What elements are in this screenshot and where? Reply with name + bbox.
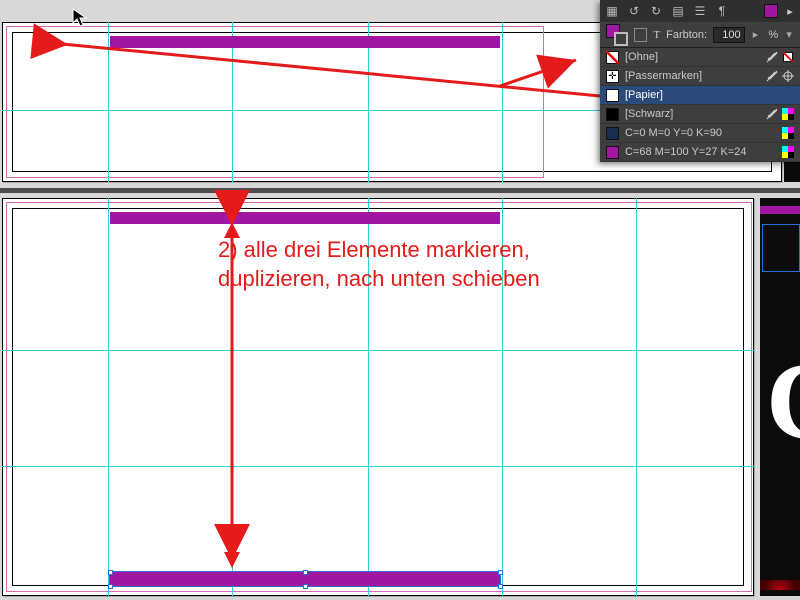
fill-stroke-proxy[interactable] (606, 24, 628, 46)
swatch-row[interactable]: ✛ [Passermarken] (600, 67, 800, 86)
swatch-name: [Papier] (625, 89, 788, 101)
cmyk-icon (782, 146, 794, 158)
registration-icon (782, 70, 794, 82)
page-1-margins (6, 26, 544, 178)
swatch-name: C=68 M=100 Y=27 K=24 (625, 146, 776, 158)
selection-handle[interactable] (498, 584, 503, 589)
formatting-container-button[interactable] (634, 28, 648, 42)
current-fill-chip[interactable] (764, 4, 778, 18)
swatch-chip (606, 108, 619, 121)
swatches-panel[interactable]: ▦ ↺ ↻ ▤ ☰ ¶ ▸ T Farbton: 100 ▸ % ▾ [Ohne… (600, 0, 800, 162)
none-icon (782, 51, 794, 63)
no-edit-icon (766, 51, 778, 63)
swatch-row-icons (766, 108, 794, 120)
swatch-chip (606, 127, 619, 140)
workspace: C 1) 2) alle drei Elemente markieren, du… (0, 0, 800, 600)
guide[interactable] (2, 350, 754, 351)
no-edit-icon (766, 108, 778, 120)
swatch-name: [Ohne] (625, 51, 760, 63)
tint-stepper-icon[interactable]: ▸ (751, 28, 761, 41)
panel-flyout-icon[interactable]: ▸ (784, 5, 796, 18)
selection-handle[interactable] (498, 570, 503, 575)
selection-handle[interactable] (108, 570, 113, 575)
swatch-name: C=0 M=0 Y=0 K=90 (625, 127, 776, 139)
no-edit-icon (766, 70, 778, 82)
spread-divider (0, 188, 800, 193)
swatch-row[interactable]: [Ohne] (600, 48, 800, 67)
guide[interactable] (108, 22, 109, 182)
swatch-row[interactable]: [Schwarz] (600, 105, 800, 124)
preview-shape (760, 580, 800, 590)
stroke-chip[interactable] (614, 32, 628, 46)
swatch-row[interactable]: C=0 M=0 Y=0 K=90 (600, 124, 800, 143)
guide[interactable] (2, 466, 754, 467)
preview-glyph: C (766, 338, 800, 465)
cursor-icon (72, 8, 88, 33)
swatch-name: [Schwarz] (625, 108, 760, 120)
align-icon[interactable]: ▤ (670, 3, 686, 19)
selection-handle[interactable] (108, 584, 113, 589)
swatch-chip: ✛ (606, 70, 619, 83)
panel-tab-icon[interactable]: ▦ (604, 3, 620, 19)
swatch-name: [Passermarken] (625, 70, 760, 82)
tint-unit: % (768, 29, 778, 41)
guide[interactable] (502, 22, 503, 182)
swatch-row-icons (782, 127, 794, 139)
purple-bar-page2-top[interactable] (110, 212, 500, 224)
swatch-row[interactable]: [Papier] (600, 86, 800, 105)
swatch-chip (606, 51, 619, 64)
cmyk-icon (782, 127, 794, 139)
swatch-list[interactable]: [Ohne] ✛ [Passermarken] [Papier] [Schwarz] C=… (600, 48, 800, 162)
facing-page-preview: C (760, 198, 800, 596)
tint-label: Farbton: (666, 29, 707, 41)
selection-handle[interactable] (303, 584, 308, 589)
swatch-chip (606, 89, 619, 102)
swatch-row[interactable]: C=68 M=100 Y=27 K=24 (600, 143, 800, 162)
cmyk-icon (782, 108, 794, 120)
rotate-ccw-icon[interactable]: ↺ (626, 3, 642, 19)
arrange-icon[interactable]: ☰ (692, 3, 708, 19)
wrap-icon[interactable]: ¶ (714, 3, 730, 19)
swatch-row-icons (766, 70, 794, 82)
swatch-chip (606, 146, 619, 159)
guide[interactable] (108, 198, 109, 596)
annotation-2-text: 2) alle drei Elemente markieren, duplizi… (218, 236, 578, 293)
guide[interactable] (636, 198, 637, 596)
tint-dropdown-icon[interactable]: ▾ (784, 28, 794, 41)
swatch-row-icons (782, 146, 794, 158)
purple-bar-top[interactable] (110, 36, 500, 48)
selection-handle[interactable] (303, 570, 308, 575)
panel-header: T Farbton: 100 ▸ % ▾ (600, 22, 800, 48)
tint-input[interactable]: 100 (713, 27, 745, 43)
preview-bar (760, 206, 800, 214)
panel-iconbar: ▦ ↺ ↻ ▤ ☰ ¶ ▸ (600, 0, 800, 22)
swatch-row-icons (766, 51, 794, 63)
text-mode-icon[interactable]: T (653, 29, 660, 41)
rotate-cw-icon[interactable]: ↻ (648, 3, 664, 19)
preview-bar (762, 224, 800, 272)
